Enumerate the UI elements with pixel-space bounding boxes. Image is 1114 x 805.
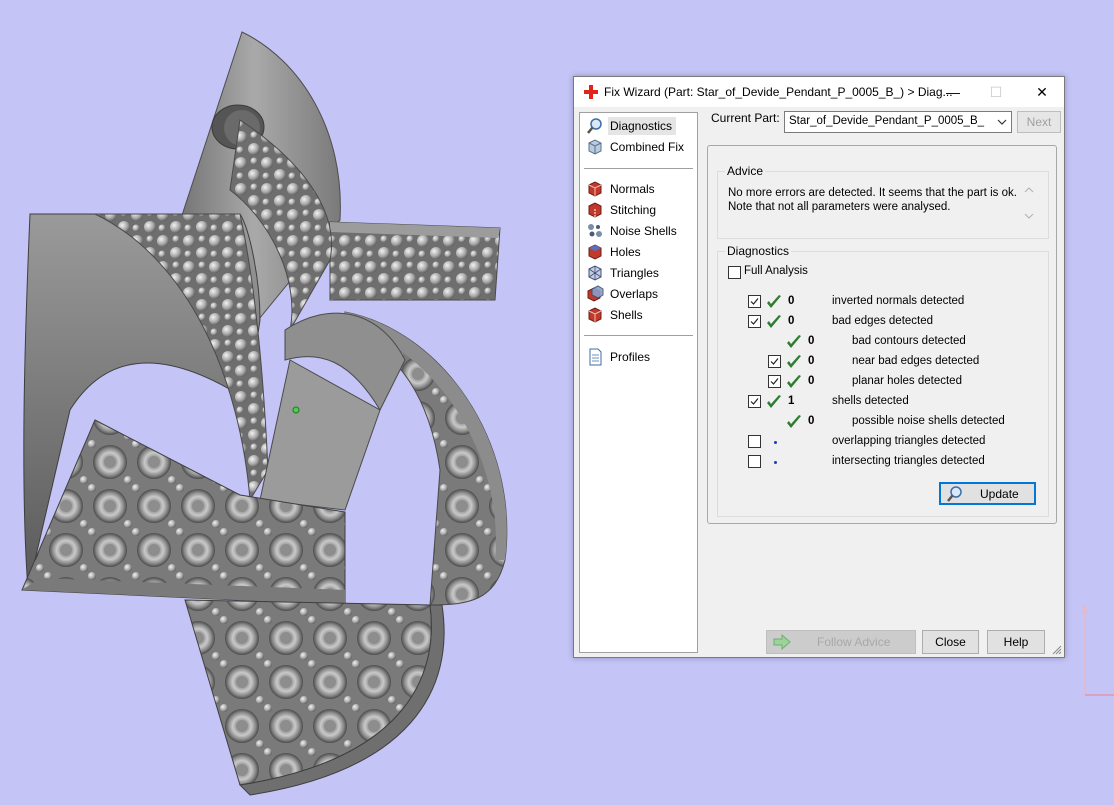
current-part-label: Current Part: (711, 111, 780, 125)
diagnostics-title: Diagnostics (725, 244, 792, 258)
box-icon (588, 139, 602, 155)
normals-icon (588, 181, 602, 197)
maximize-button: ☐ (989, 84, 1003, 100)
update-button[interactable]: Update (939, 482, 1036, 505)
green-check-icon (787, 375, 801, 388)
help-button[interactable]: Help (987, 630, 1045, 654)
overlapping-triangles-label: overlapping triangles detected (832, 435, 986, 447)
nav-label: Stitching (610, 203, 657, 217)
minimize-button[interactable]: — (930, 77, 976, 107)
update-label: Update (980, 487, 1019, 501)
advice-text: No more errors are detected. It seems th… (728, 187, 1017, 213)
content-panel: Advice No more errors are detected. It s… (707, 145, 1057, 524)
nav-label: Shells (610, 308, 643, 322)
arrow-right-icon (773, 634, 791, 650)
green-check-icon (767, 395, 781, 408)
nav-item-triangles[interactable]: Triangles (584, 263, 694, 282)
pending-dot-icon (774, 461, 777, 464)
shells-checkbox[interactable] (748, 395, 761, 408)
overlapping-triangles-checkbox[interactable] (748, 435, 761, 448)
green-check-icon (787, 415, 801, 428)
nav-item-overlaps[interactable]: Overlaps (584, 284, 694, 303)
title-bar[interactable]: Fix Wizard (Part: Star_of_Devide_Pendant… (574, 77, 1064, 107)
holes-icon (588, 244, 602, 260)
window-title: Fix Wizard (Part: Star_of_Devide_Pendant… (604, 85, 953, 99)
nav-separator (584, 335, 693, 336)
follow-advice-button: Follow Advice (766, 630, 916, 654)
nav-item-profiles[interactable]: Profiles (584, 347, 694, 366)
stitching-icon (588, 202, 602, 218)
nav-label: Overlaps (610, 287, 659, 301)
current-part-value: Star_of_Devide_Pendant_P_0005_B_ (789, 115, 985, 127)
near-bad-edges-label: near bad edges detected (852, 355, 980, 367)
diagnostics-group: Diagnostics Full Analysis 0 inverted nor… (717, 244, 1049, 517)
green-check-icon (767, 315, 781, 328)
planar-holes-checkbox[interactable] (768, 375, 781, 388)
intersecting-triangles-checkbox[interactable] (748, 455, 761, 468)
axis-triad (1081, 604, 1114, 696)
nav-label: Triangles (610, 266, 659, 280)
magnifier-icon (947, 486, 962, 502)
advice-title: Advice (725, 164, 766, 178)
nav-item-diagnostics[interactable]: Diagnostics (584, 116, 694, 135)
close-window-button[interactable]: ✕ (1019, 77, 1065, 107)
nav-label: Holes (610, 245, 641, 259)
red-cross-icon (584, 85, 598, 99)
current-part-select[interactable]: Star_of_Devide_Pendant_P_0005_B_ (784, 111, 1012, 133)
nav-label: Normals (610, 182, 655, 196)
nav-item-holes[interactable]: Holes (584, 242, 694, 261)
scroll-down-icon[interactable] (1024, 212, 1034, 220)
near-bad-edges-count: 0 (808, 355, 815, 367)
bad-contours-count: 0 (808, 335, 815, 347)
nav-label: Profiles (610, 350, 651, 364)
green-check-icon (767, 295, 781, 308)
resize-grip-icon[interactable] (1052, 645, 1062, 655)
nav-item-combined-fix[interactable]: Combined Fix (584, 137, 694, 156)
nav-item-shells[interactable]: Shells (584, 305, 694, 324)
scroll-up-icon[interactable] (1024, 186, 1034, 194)
inverted-normals-count: 0 (788, 295, 795, 307)
full-analysis-label: Full Analysis (744, 265, 808, 277)
nav-label: Noise Shells (610, 224, 677, 238)
noise-shells-label: possible noise shells detected (852, 415, 1005, 427)
shells-label: shells detected (832, 395, 909, 407)
chevron-down-icon (997, 119, 1007, 125)
overlaps-icon (587, 285, 604, 302)
intersecting-triangles-label: intersecting triangles detected (832, 455, 985, 467)
nav-panel: Diagnostics Combined Fix Normals Stitchi… (579, 112, 698, 653)
inverted-normals-label: inverted normals detected (832, 295, 965, 307)
near-bad-edges-checkbox[interactable] (768, 355, 781, 368)
nav-label: Combined Fix (610, 140, 685, 154)
shells-icon (588, 307, 602, 323)
green-check-icon (787, 355, 801, 368)
nav-item-normals[interactable]: Normals (584, 179, 694, 198)
full-analysis-checkbox[interactable] (728, 266, 741, 279)
bad-edges-count: 0 (788, 315, 795, 327)
bad-edges-label: bad edges detected (832, 315, 934, 327)
advice-group: Advice No more errors are detected. It s… (717, 164, 1049, 239)
triangles-icon (588, 265, 602, 281)
follow-advice-label: Follow Advice (817, 635, 891, 649)
planar-holes-label: planar holes detected (852, 375, 962, 387)
magnifier-icon (587, 118, 602, 134)
noise-shells-count: 0 (808, 415, 815, 427)
bad-contours-label: bad contours detected (852, 335, 966, 347)
planar-holes-count: 0 (808, 375, 815, 387)
nav-item-noise-shells[interactable]: Noise Shells (584, 221, 694, 240)
shells-count: 1 (788, 395, 795, 407)
green-check-icon (787, 335, 801, 348)
bad-edges-checkbox[interactable] (748, 315, 761, 328)
nav-label: Diagnostics (608, 117, 677, 135)
inverted-normals-checkbox[interactable] (748, 295, 761, 308)
document-icon (589, 348, 602, 366)
noise-shells-icon (588, 224, 602, 237)
nav-separator (584, 168, 693, 169)
fix-wizard-dialog: Fix Wizard (Part: Star_of_Devide_Pendant… (573, 76, 1065, 658)
nav-item-stitching[interactable]: Stitching (584, 200, 694, 219)
pending-dot-icon (774, 441, 777, 444)
close-button[interactable]: Close (922, 630, 979, 654)
next-button: Next (1017, 111, 1061, 133)
